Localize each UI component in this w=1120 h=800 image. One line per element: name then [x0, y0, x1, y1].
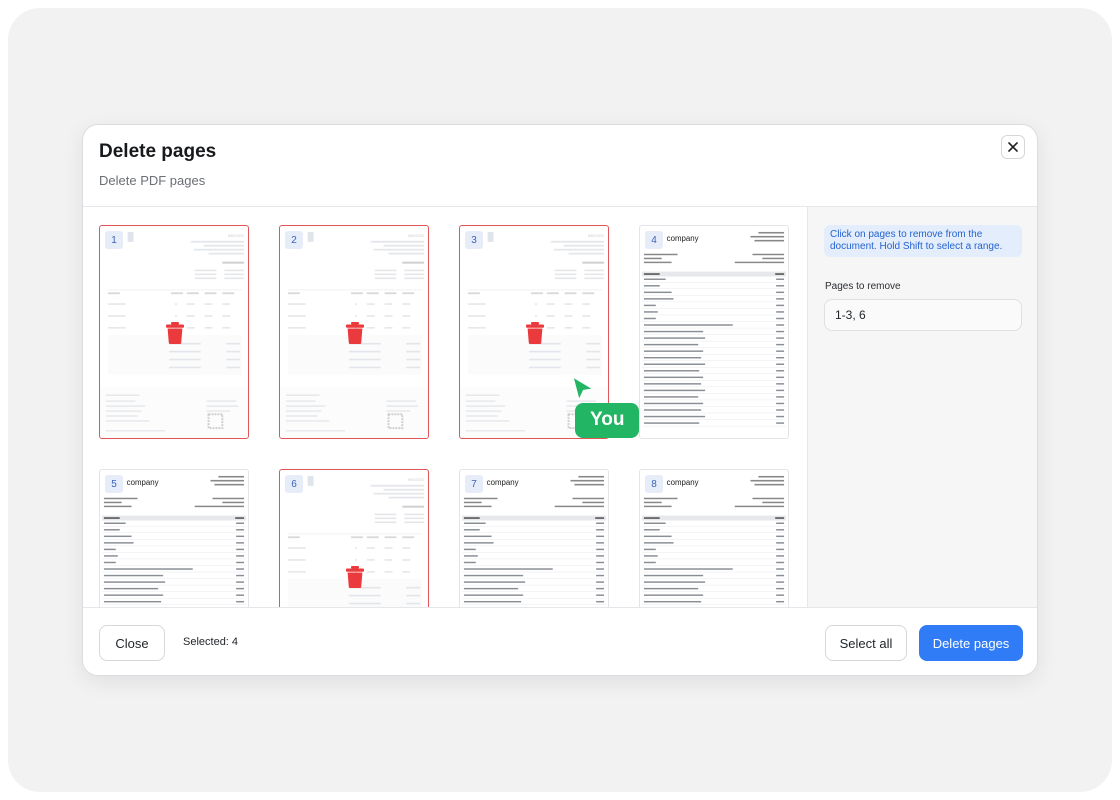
dialog-title: Delete pages [99, 141, 217, 162]
page-number: 3 [465, 231, 483, 249]
page-number: 2 [285, 231, 303, 249]
page-number: 1 [105, 231, 123, 249]
delete-pages-button[interactable]: Delete pages [919, 625, 1023, 661]
page-thumbnail[interactable]: company 5 [99, 469, 249, 607]
cursor-label: You [575, 403, 640, 438]
page-grid: INVOICE 1 INVOICE 2 INVOICE 3 company 4 company 5… [83, 207, 807, 607]
dialog-footer: Close Selected: 4 Select all Delete page… [83, 607, 1037, 675]
page-number: 7 [465, 475, 483, 493]
trash-icon [346, 322, 364, 344]
page-number: 6 [285, 475, 303, 493]
page-thumbnail[interactable]: INVOICE 1 [99, 225, 249, 439]
close-dialog-button[interactable] [1001, 135, 1025, 159]
select-all-button[interactable]: Select all [825, 625, 907, 661]
dialog-header: Delete pages Delete PDF pages [83, 125, 1037, 207]
svg-text:INVOICE: INVOICE [408, 477, 425, 482]
pages-to-remove-input[interactable] [824, 299, 1022, 331]
pages-to-remove-label: Pages to remove [825, 281, 901, 292]
svg-text:INVOICE: INVOICE [408, 233, 425, 238]
delete-pages-dialog: Delete pages Delete PDF pages INVOICE 1 IN… [82, 124, 1038, 676]
svg-text:INVOICE: INVOICE [588, 233, 605, 238]
svg-text:INVOICE: INVOICE [228, 233, 245, 238]
page-number: 5 [105, 475, 123, 493]
collaborator-cursor: You [571, 375, 640, 438]
selection-hint: Click on pages to remove from the docume… [824, 225, 1022, 257]
svg-text:company: company [127, 478, 159, 487]
trash-icon [346, 566, 364, 588]
page-thumbnail[interactable]: INVOICE 2 [279, 225, 429, 439]
cursor-arrow-icon [572, 376, 594, 401]
selected-count: Selected: 4 [183, 636, 239, 648]
svg-text:company: company [667, 234, 699, 243]
page-number: 4 [645, 231, 663, 249]
page-thumbnail[interactable]: INVOICE 6 [279, 469, 429, 607]
close-icon [1008, 142, 1018, 152]
page-thumbnail[interactable]: company 4 [639, 225, 789, 439]
svg-text:company: company [667, 478, 699, 487]
dialog-subtitle: Delete PDF pages [99, 173, 206, 188]
page-thumbnail[interactable]: company 8 [639, 469, 789, 607]
trash-icon [166, 322, 184, 344]
page-number: 8 [645, 475, 663, 493]
page-thumbnail[interactable]: company 7 [459, 469, 609, 607]
svg-text:company: company [487, 478, 519, 487]
settings-panel: Click on pages to remove from the docume… [807, 207, 1037, 607]
close-button[interactable]: Close [99, 625, 165, 661]
trash-icon [526, 322, 544, 344]
